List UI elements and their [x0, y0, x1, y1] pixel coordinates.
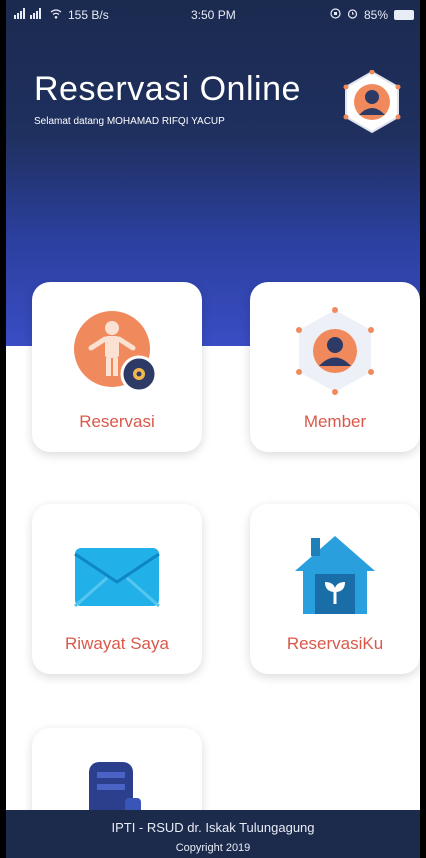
envelope-icon [67, 526, 167, 621]
welcome-text: Selamat datang MOHAMAD RIFQI YACUP [34, 116, 225, 127]
status-bar: 155 B/s 3:50 PM 85% [6, 0, 420, 28]
menu-label-reservasi: Reservasi [79, 412, 155, 431]
alarm-icon [347, 8, 358, 22]
footer-copyright: Copyright 2019 [175, 842, 251, 854]
status-left: 155 B/s [14, 8, 109, 22]
menu-label-member: Member [303, 412, 367, 431]
page-title: Reservasi Online [34, 70, 301, 108]
menu-card-member[interactable]: Member [250, 282, 420, 452]
signal-icon [14, 8, 44, 22]
house-plant-icon [285, 526, 385, 621]
footer: IPTI - RSUD dr. Iskak Tulungagung Copyri… [6, 810, 420, 858]
battery-percent: 85% [363, 8, 388, 22]
battery-icon [394, 10, 414, 20]
member-network-icon [285, 304, 385, 399]
lock-rotation-icon [330, 8, 341, 22]
menu-card-reservasiku[interactable]: ReservasiKu [250, 504, 420, 674]
app-screen: 155 B/s 3:50 PM 85% Reservasi Online Sel… [6, 0, 420, 858]
network-speed: 155 B/s [68, 8, 109, 22]
wifi-icon [50, 8, 62, 22]
menu-label-reservasiku: ReservasiKu [286, 634, 384, 653]
menu-card-reservasi[interactable]: Reservasi [32, 282, 202, 452]
menu-label-riwayat-saya: Riwayat Saya [65, 634, 169, 653]
footer-institution: IPTI - RSUD dr. Iskak Tulungagung [111, 820, 315, 835]
person-gear-icon [67, 304, 167, 399]
status-time: 3:50 PM [191, 8, 236, 22]
menu-card-riwayat-saya[interactable]: Riwayat Saya [32, 504, 202, 674]
status-right: 85% [330, 8, 414, 22]
user-avatar-icon[interactable] [342, 69, 402, 134]
